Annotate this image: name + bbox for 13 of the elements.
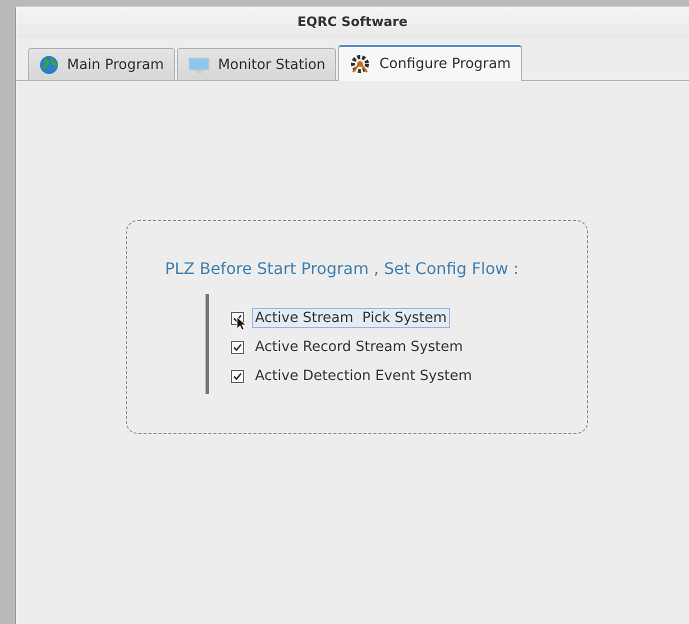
checkbox-label[interactable]: Active Detection Event System	[252, 366, 475, 386]
window-title: EQRC Software	[297, 15, 408, 30]
tab[interactable]: Main Program	[28, 48, 175, 80]
globe-icon	[39, 54, 59, 74]
checkbox[interactable]	[231, 340, 244, 354]
tab[interactable]: Monitor Station	[176, 48, 336, 80]
checkbox-label[interactable]: Active Stream Pick System	[252, 308, 450, 328]
monitor-icon	[188, 54, 210, 74]
gear-icon	[349, 53, 372, 75]
checkbox[interactable]	[231, 370, 244, 382]
checkbox-label[interactable]: Active Record Stream System	[252, 337, 466, 357]
tab[interactable]: Configure Program	[338, 45, 522, 81]
config-heading: PLZ Before Start Program , Set Config Flow :	[165, 259, 520, 278]
